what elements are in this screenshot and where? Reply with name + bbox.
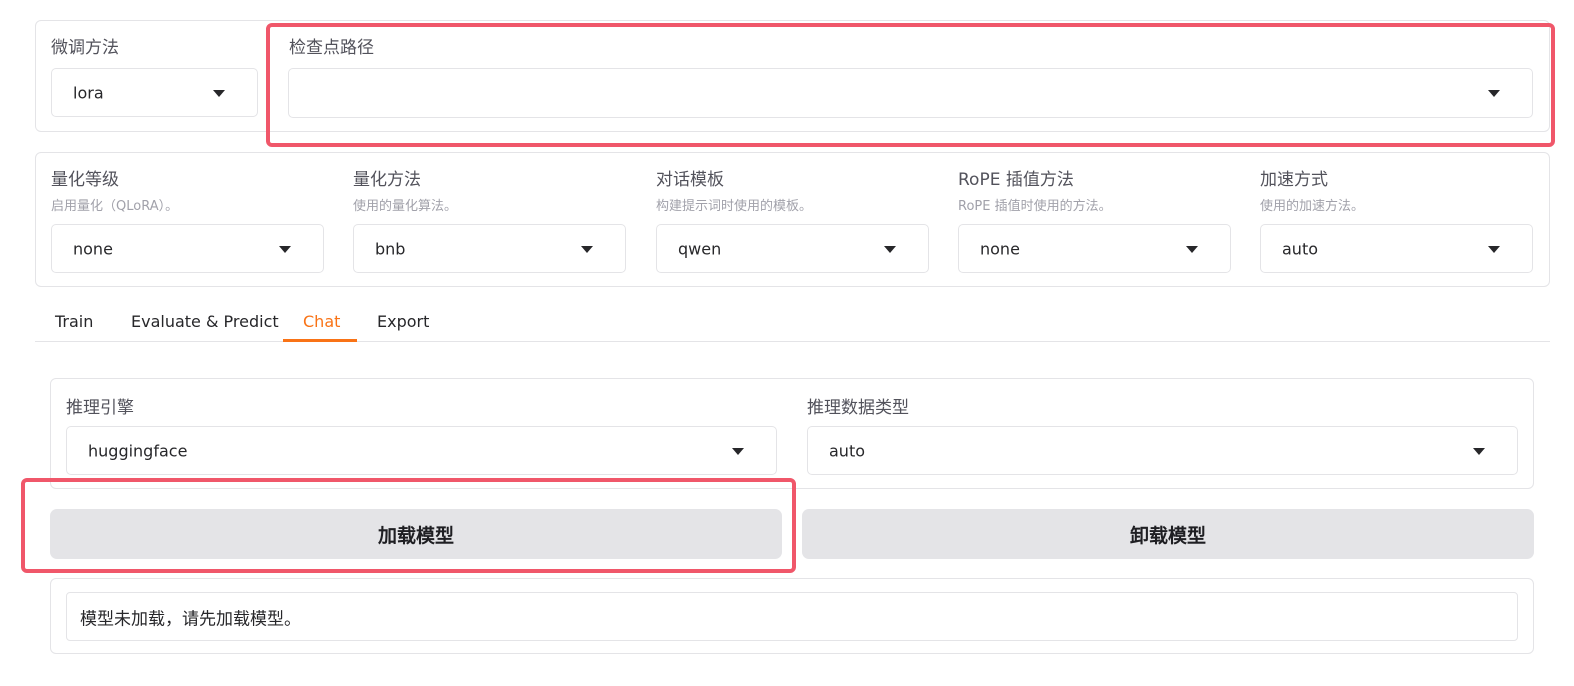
rope-hint: RoPE 插值时使用的方法。 bbox=[958, 199, 1112, 214]
accel-label: 加速方式 bbox=[1260, 170, 1328, 190]
rope-value: none bbox=[980, 239, 1020, 258]
dtype-dropdown[interactable]: auto bbox=[807, 426, 1518, 475]
checkpoint-label: 检查点路径 bbox=[289, 38, 374, 58]
template-value: qwen bbox=[678, 239, 722, 258]
quant-level-value: none bbox=[73, 239, 113, 258]
quant-method-value: bnb bbox=[375, 239, 406, 258]
status-text: 模型未加载，请先加载模型。 bbox=[80, 609, 301, 629]
accel-dropdown[interactable]: auto bbox=[1260, 224, 1533, 273]
tab-bar: Train Evaluate & Predict Chat Export bbox=[35, 300, 1550, 342]
template-dropdown[interactable]: qwen bbox=[656, 224, 929, 273]
engine-value: huggingface bbox=[88, 441, 188, 460]
chevron-down-icon bbox=[1488, 245, 1500, 253]
tab-chat[interactable]: Chat bbox=[303, 312, 340, 331]
finetune-value: lora bbox=[73, 83, 104, 102]
chevron-down-icon bbox=[213, 89, 225, 97]
tab-export[interactable]: Export bbox=[377, 312, 429, 331]
engine-dropdown[interactable]: huggingface bbox=[66, 426, 777, 475]
checkpoint-dropdown[interactable] bbox=[288, 68, 1533, 118]
chevron-down-icon bbox=[884, 245, 896, 253]
quant-level-dropdown[interactable]: none bbox=[51, 224, 324, 273]
template-label: 对话模板 bbox=[656, 170, 724, 190]
accel-value: auto bbox=[1282, 239, 1319, 258]
rope-dropdown[interactable]: none bbox=[958, 224, 1231, 273]
finetune-label: 微调方法 bbox=[51, 38, 119, 58]
quant-method-dropdown[interactable]: bnb bbox=[353, 224, 626, 273]
chevron-down-icon bbox=[1473, 447, 1485, 455]
unload-model-button[interactable]: 卸载模型 bbox=[802, 509, 1534, 559]
quant-level-label: 量化等级 bbox=[51, 170, 119, 190]
tab-evaluate-predict[interactable]: Evaluate & Predict bbox=[131, 312, 279, 331]
finetune-dropdown[interactable]: lora bbox=[51, 68, 258, 117]
rope-label: RoPE 插值方法 bbox=[958, 170, 1074, 190]
accel-hint: 使用的加速方法。 bbox=[1260, 199, 1365, 214]
quant-method-label: 量化方法 bbox=[353, 170, 421, 190]
chevron-down-icon bbox=[1186, 245, 1198, 253]
active-tab-indicator bbox=[283, 339, 357, 342]
engine-label: 推理引擎 bbox=[66, 398, 134, 418]
chevron-down-icon bbox=[1488, 90, 1500, 97]
dtype-value: auto bbox=[829, 441, 866, 460]
quant-method-hint: 使用的量化算法。 bbox=[353, 199, 458, 214]
load-model-button[interactable]: 加载模型 bbox=[50, 509, 782, 559]
chevron-down-icon bbox=[581, 245, 593, 253]
dtype-label: 推理数据类型 bbox=[807, 398, 909, 418]
chevron-down-icon bbox=[732, 447, 744, 455]
status-textbox: 模型未加载，请先加载模型。 bbox=[66, 592, 1518, 641]
quant-level-hint: 启用量化（QLoRA）。 bbox=[51, 199, 179, 214]
template-hint: 构建提示词时使用的模板。 bbox=[656, 199, 813, 214]
chevron-down-icon bbox=[279, 245, 291, 253]
tab-train[interactable]: Train bbox=[55, 312, 93, 331]
